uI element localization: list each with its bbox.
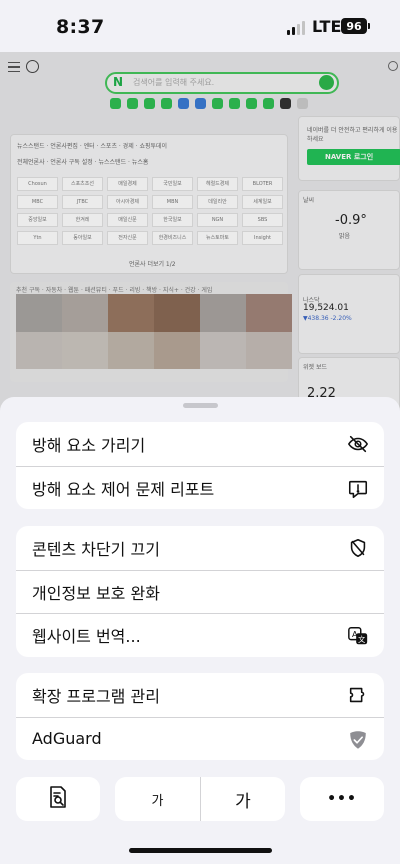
status-time: 8:37 — [56, 16, 105, 38]
adguard-extension-button[interactable]: AdGuard — [16, 716, 384, 761]
battery-icon: 96 — [341, 18, 370, 34]
menu-item-label: 웹사이트 번역... — [32, 627, 141, 647]
ellipsis-icon: ••• — [327, 791, 357, 807]
puzzle-icon — [346, 683, 370, 707]
cellular-signal-icon — [287, 21, 305, 35]
eye-slash-icon — [346, 432, 370, 456]
report-distraction-issue-button[interactable]: 방해 요소 제어 문제 리포트 — [16, 465, 384, 510]
home-indicator[interactable] — [129, 848, 272, 853]
adguard-shield-icon — [346, 728, 370, 752]
menu-item-label: 개인정보 보호 완화 — [32, 583, 160, 603]
font-size-control: 가 가 — [115, 777, 285, 821]
decrease-font-button[interactable]: 가 — [115, 777, 200, 821]
status-bar: 8:37 LTE 96 — [0, 0, 400, 52]
menu-item-label: 확장 프로그램 관리 — [32, 686, 160, 706]
translate-icon: A文 — [346, 624, 370, 648]
network-type: LTE — [312, 17, 342, 36]
menu-item-label: AdGuard — [32, 729, 102, 749]
increase-font-button[interactable]: 가 — [200, 777, 285, 821]
reader-mode-button[interactable] — [16, 777, 100, 821]
reader-icon — [47, 785, 69, 813]
translate-website-button[interactable]: 웹사이트 번역... A文 — [16, 613, 384, 657]
distraction-group: 방해 요소 가리기 방해 요소 제어 문제 리포트 — [16, 422, 384, 509]
menu-item-label: 콘텐츠 차단기 끄기 — [32, 539, 160, 559]
page-dimmer[interactable] — [0, 52, 400, 452]
menu-item-label: 방해 요소 제어 문제 리포트 — [32, 479, 215, 499]
battery-level: 96 — [346, 19, 362, 33]
manage-extensions-button[interactable]: 확장 프로그램 관리 — [16, 673, 384, 717]
exclamation-bubble-icon — [346, 477, 370, 501]
page-menu-sheet: 방해 요소 가리기 방해 요소 제어 문제 리포트 콘텐츠 차단기 끄기 개인정… — [0, 397, 400, 864]
menu-item-label: 방해 요소 가리기 — [32, 435, 146, 455]
shield-slash-icon — [346, 536, 370, 560]
more-options-button[interactable]: ••• — [300, 777, 384, 821]
hide-distractions-button[interactable]: 방해 요소 가리기 — [16, 422, 384, 466]
sheet-bottom-bar: 가 가 ••• — [16, 777, 384, 821]
svg-text:文: 文 — [358, 635, 366, 644]
privacy-group: 콘텐츠 차단기 끄기 개인정보 보호 완화 웹사이트 번역... A文 — [16, 526, 384, 657]
disable-content-blocker-button[interactable]: 콘텐츠 차단기 끄기 — [16, 526, 384, 570]
reduce-privacy-protections-button[interactable]: 개인정보 보호 완화 — [16, 569, 384, 614]
sheet-grabber[interactable] — [183, 403, 218, 408]
extensions-group: 확장 프로그램 관리 AdGuard — [16, 673, 384, 760]
